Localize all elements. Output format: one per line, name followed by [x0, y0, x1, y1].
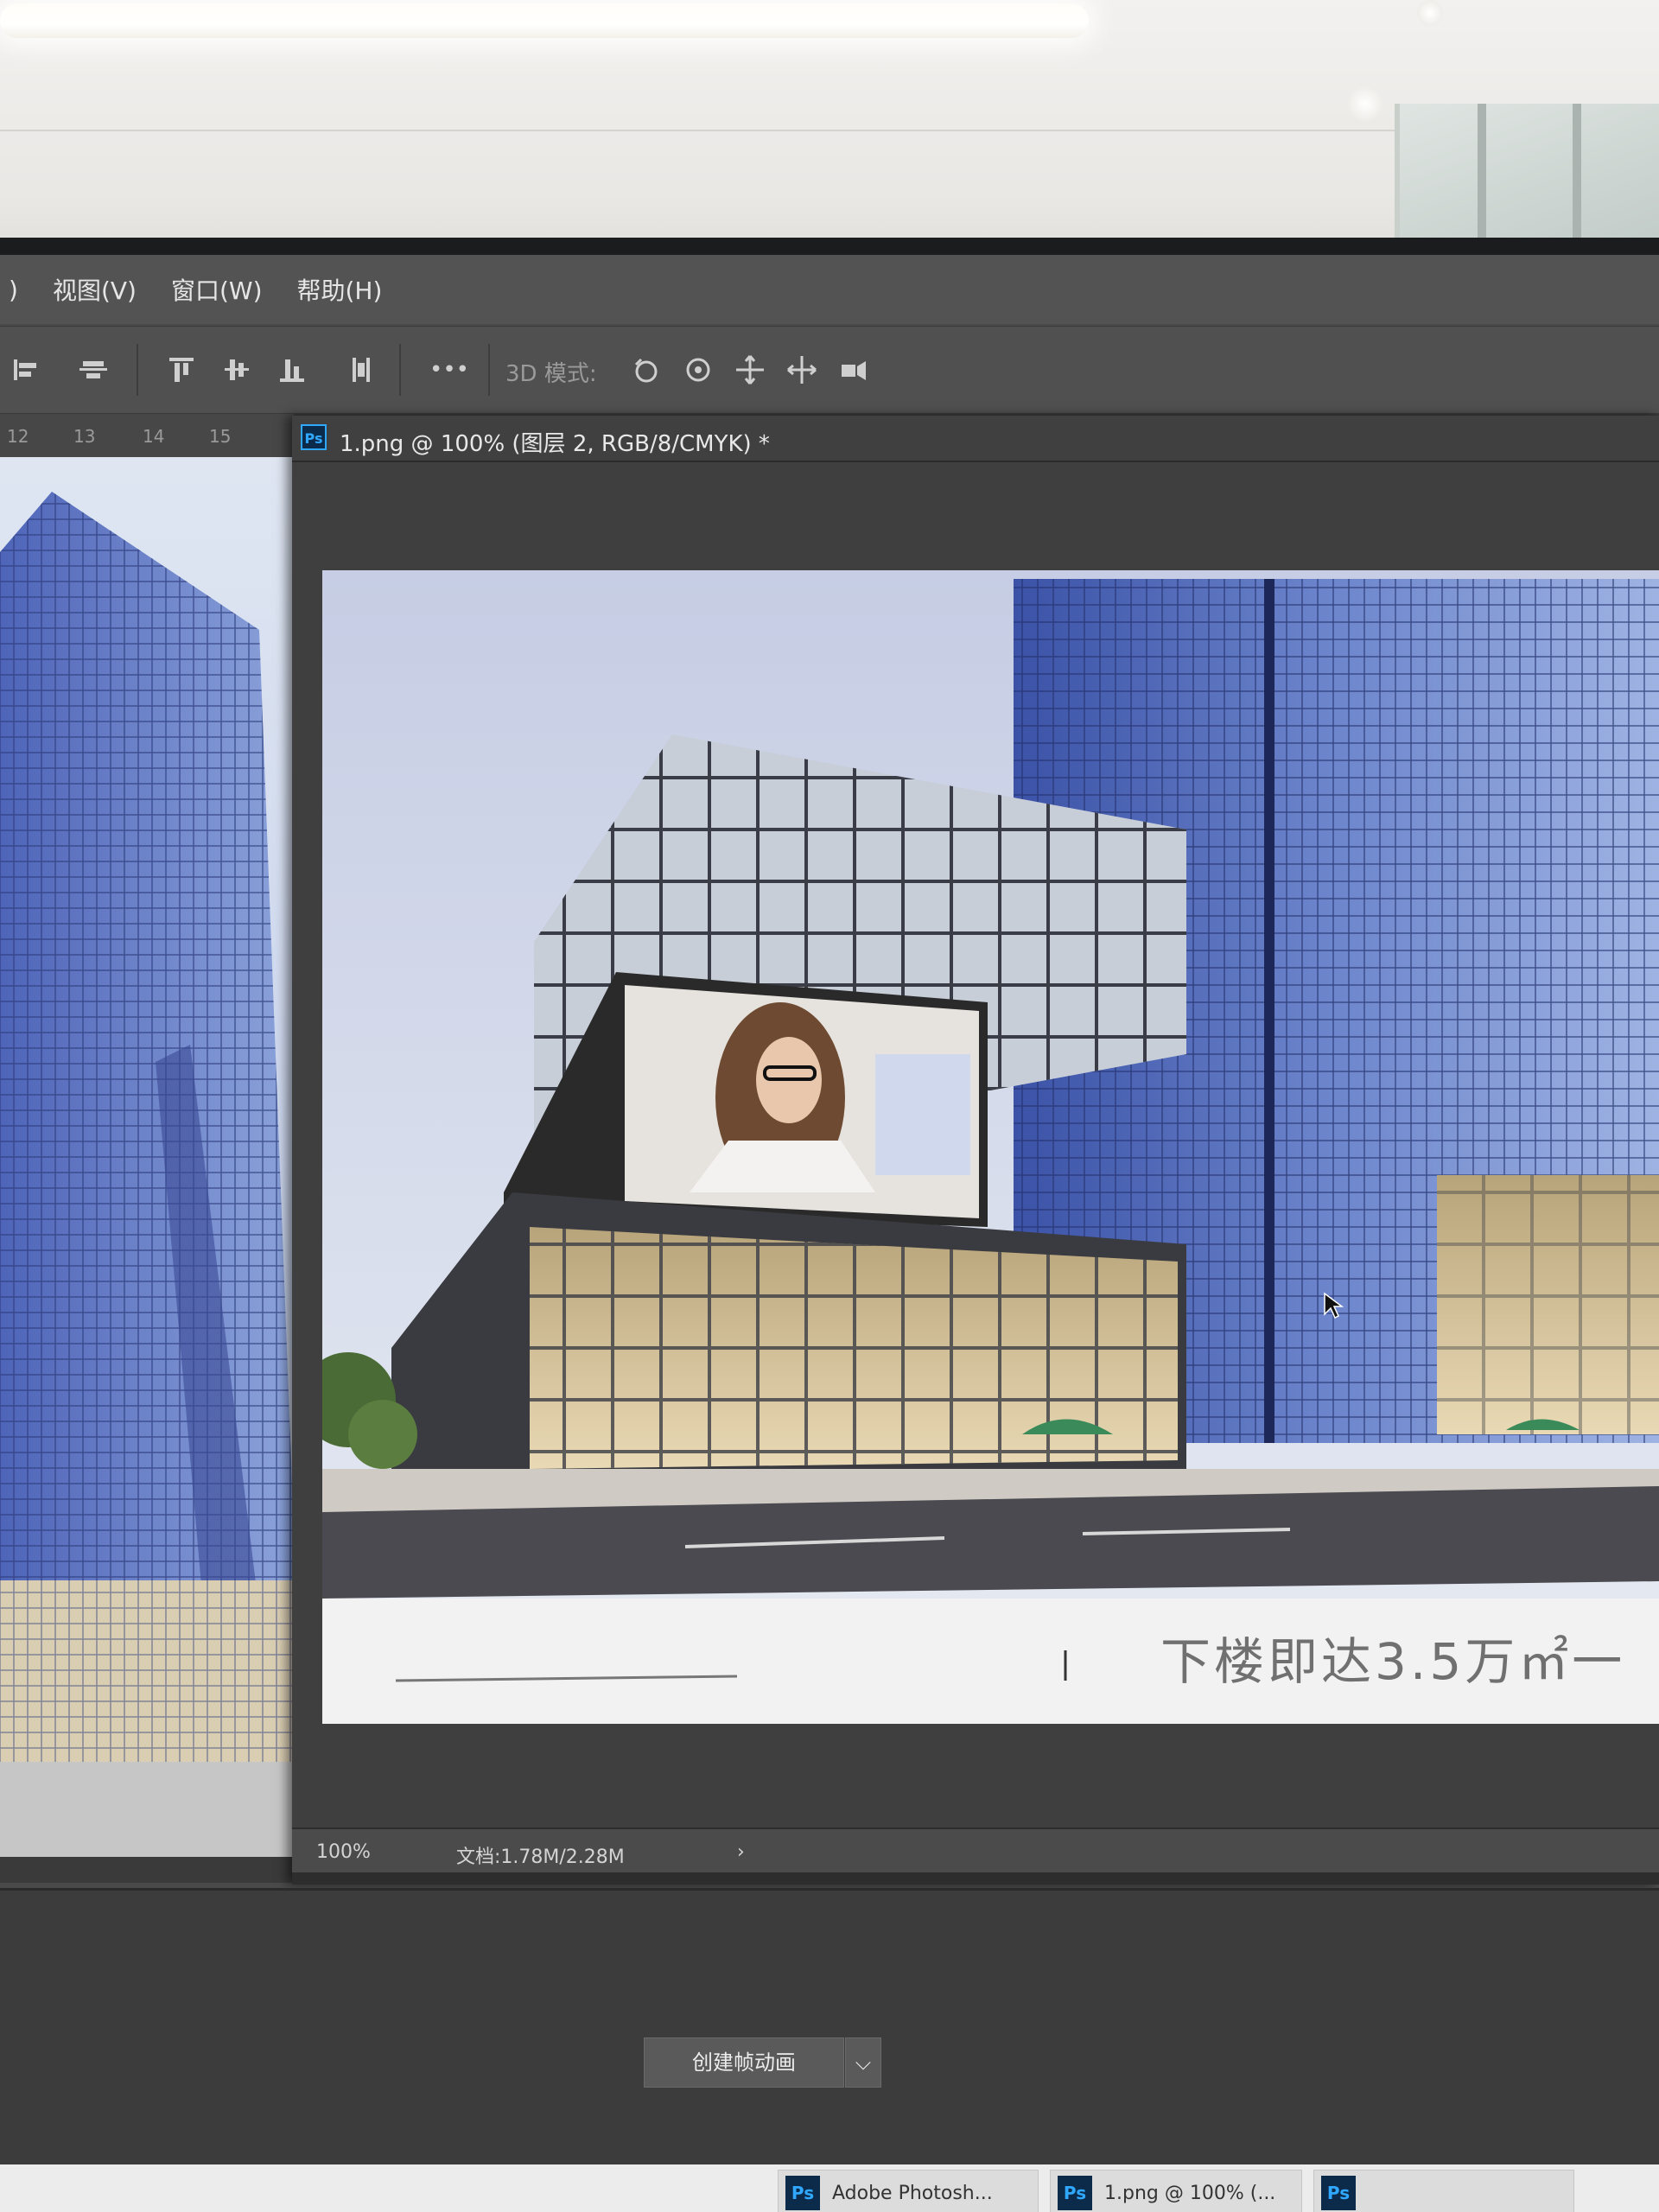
- workspace: 12 13 14 15 Ps 1.png @ 100% (图层 2, RGB/8…: [0, 414, 1659, 1885]
- building-rendering: [322, 570, 1659, 1724]
- document-canvas[interactable]: 下楼即达3.5万㎡一: [322, 570, 1659, 1724]
- menu-item-partial[interactable]: ): [9, 276, 18, 304]
- menu-item-window[interactable]: 窗口(W): [171, 272, 263, 307]
- photoshop-screen: ) 视图(V) 窗口(W) 帮助(H) ••• 3D 模式: 12 13 14 …: [0, 255, 1659, 2212]
- photoshop-app-icon: Ps: [1058, 2176, 1092, 2210]
- zoom-level[interactable]: 100%: [316, 1841, 371, 1863]
- move-cursor-icon: [1323, 1292, 1357, 1326]
- menu-item-view[interactable]: 视图(V): [53, 272, 137, 307]
- toolbar-separator: [399, 344, 401, 396]
- chevron-down-icon[interactable]: ⌵: [845, 2037, 881, 2088]
- status-arrow-icon[interactable]: ›: [737, 1841, 745, 1863]
- ceiling-spotlight: [1417, 0, 1443, 26]
- status-bar: 100% 文档:1.78M/2.28M ›: [292, 1829, 1659, 1872]
- distribute-icon[interactable]: [344, 353, 378, 387]
- taskbar-item-third[interactable]: Ps: [1313, 2170, 1574, 2212]
- canvas-area: 下楼即达3.5万㎡一: [292, 462, 1659, 1827]
- document-window: Ps 1.png @ 100% (图层 2, RGB/8/CMYK) * 下楼即…: [292, 416, 1659, 1885]
- menu-bar: ) 视图(V) 窗口(W) 帮助(H): [0, 255, 1659, 324]
- menu-item-help[interactable]: 帮助(H): [297, 272, 383, 307]
- timeline-panel: 创建帧动画 ⌵: [0, 1888, 1659, 2212]
- taskbar-item-label: 1.png @ 100% (...: [1104, 2183, 1276, 2204]
- taskbar-item-document[interactable]: Ps 1.png @ 100% (...: [1050, 2170, 1302, 2212]
- document-info[interactable]: 文档:1.78M/2.28M: [456, 1841, 625, 1869]
- orbit-3d-icon[interactable]: [629, 353, 664, 387]
- more-options-icon[interactable]: •••: [423, 353, 475, 387]
- toolbar-separator: [488, 344, 490, 396]
- roll-3d-icon[interactable]: [681, 353, 715, 387]
- photoshop-app-icon: Ps: [1321, 2176, 1356, 2210]
- ruler-tick: 13: [73, 426, 96, 447]
- tower-rendering: [0, 492, 328, 1857]
- document-title: 1.png @ 100% (图层 2, RGB/8/CMYK) *: [340, 431, 770, 457]
- mode-3d-label: 3D 模式:: [505, 361, 597, 387]
- ruler-tick: 14: [143, 426, 165, 447]
- photoshop-app-icon: Ps: [785, 2176, 820, 2210]
- create-frame-animation-button[interactable]: 创建帧动画: [644, 2037, 844, 2088]
- align-left-icon[interactable]: [9, 353, 43, 387]
- options-bar: ••• 3D 模式:: [0, 326, 1659, 414]
- slide-3d-icon[interactable]: [785, 353, 819, 387]
- photoshop-file-icon: Ps: [301, 424, 327, 450]
- background-document: [0, 457, 328, 1857]
- horizontal-ruler: 12 13 14 15: [0, 414, 294, 457]
- taskbar-item-photoshop[interactable]: Ps Adobe Photosh...: [778, 2170, 1039, 2212]
- ruler-tick: 15: [209, 426, 232, 447]
- align-vcenter-icon[interactable]: [76, 353, 111, 387]
- monitor: ) 视图(V) 窗口(W) 帮助(H) ••• 3D 模式: 12 13 14 …: [0, 238, 1659, 2212]
- scale-3d-icon[interactable]: [836, 353, 871, 387]
- align-middle-icon[interactable]: [219, 353, 254, 387]
- align-top-icon[interactable]: [164, 353, 199, 387]
- document-tab[interactable]: Ps 1.png @ 100% (图层 2, RGB/8/CMYK) *: [292, 416, 1659, 462]
- align-bottom-icon[interactable]: [275, 353, 309, 387]
- ceiling-light: [0, 3, 1089, 38]
- windows-taskbar: Ps Adobe Photosh... Ps 1.png @ 100% (...…: [0, 2164, 1659, 2212]
- ruler-tick: 12: [7, 426, 29, 447]
- taskbar-item-label: Adobe Photosh...: [832, 2183, 993, 2204]
- drag-3d-icon[interactable]: [733, 353, 767, 387]
- ceiling-sprinkler: [1348, 86, 1382, 121]
- canvas-caption: 下楼即达3.5万㎡一: [1160, 1632, 1626, 1691]
- toolbar-separator: [137, 344, 138, 396]
